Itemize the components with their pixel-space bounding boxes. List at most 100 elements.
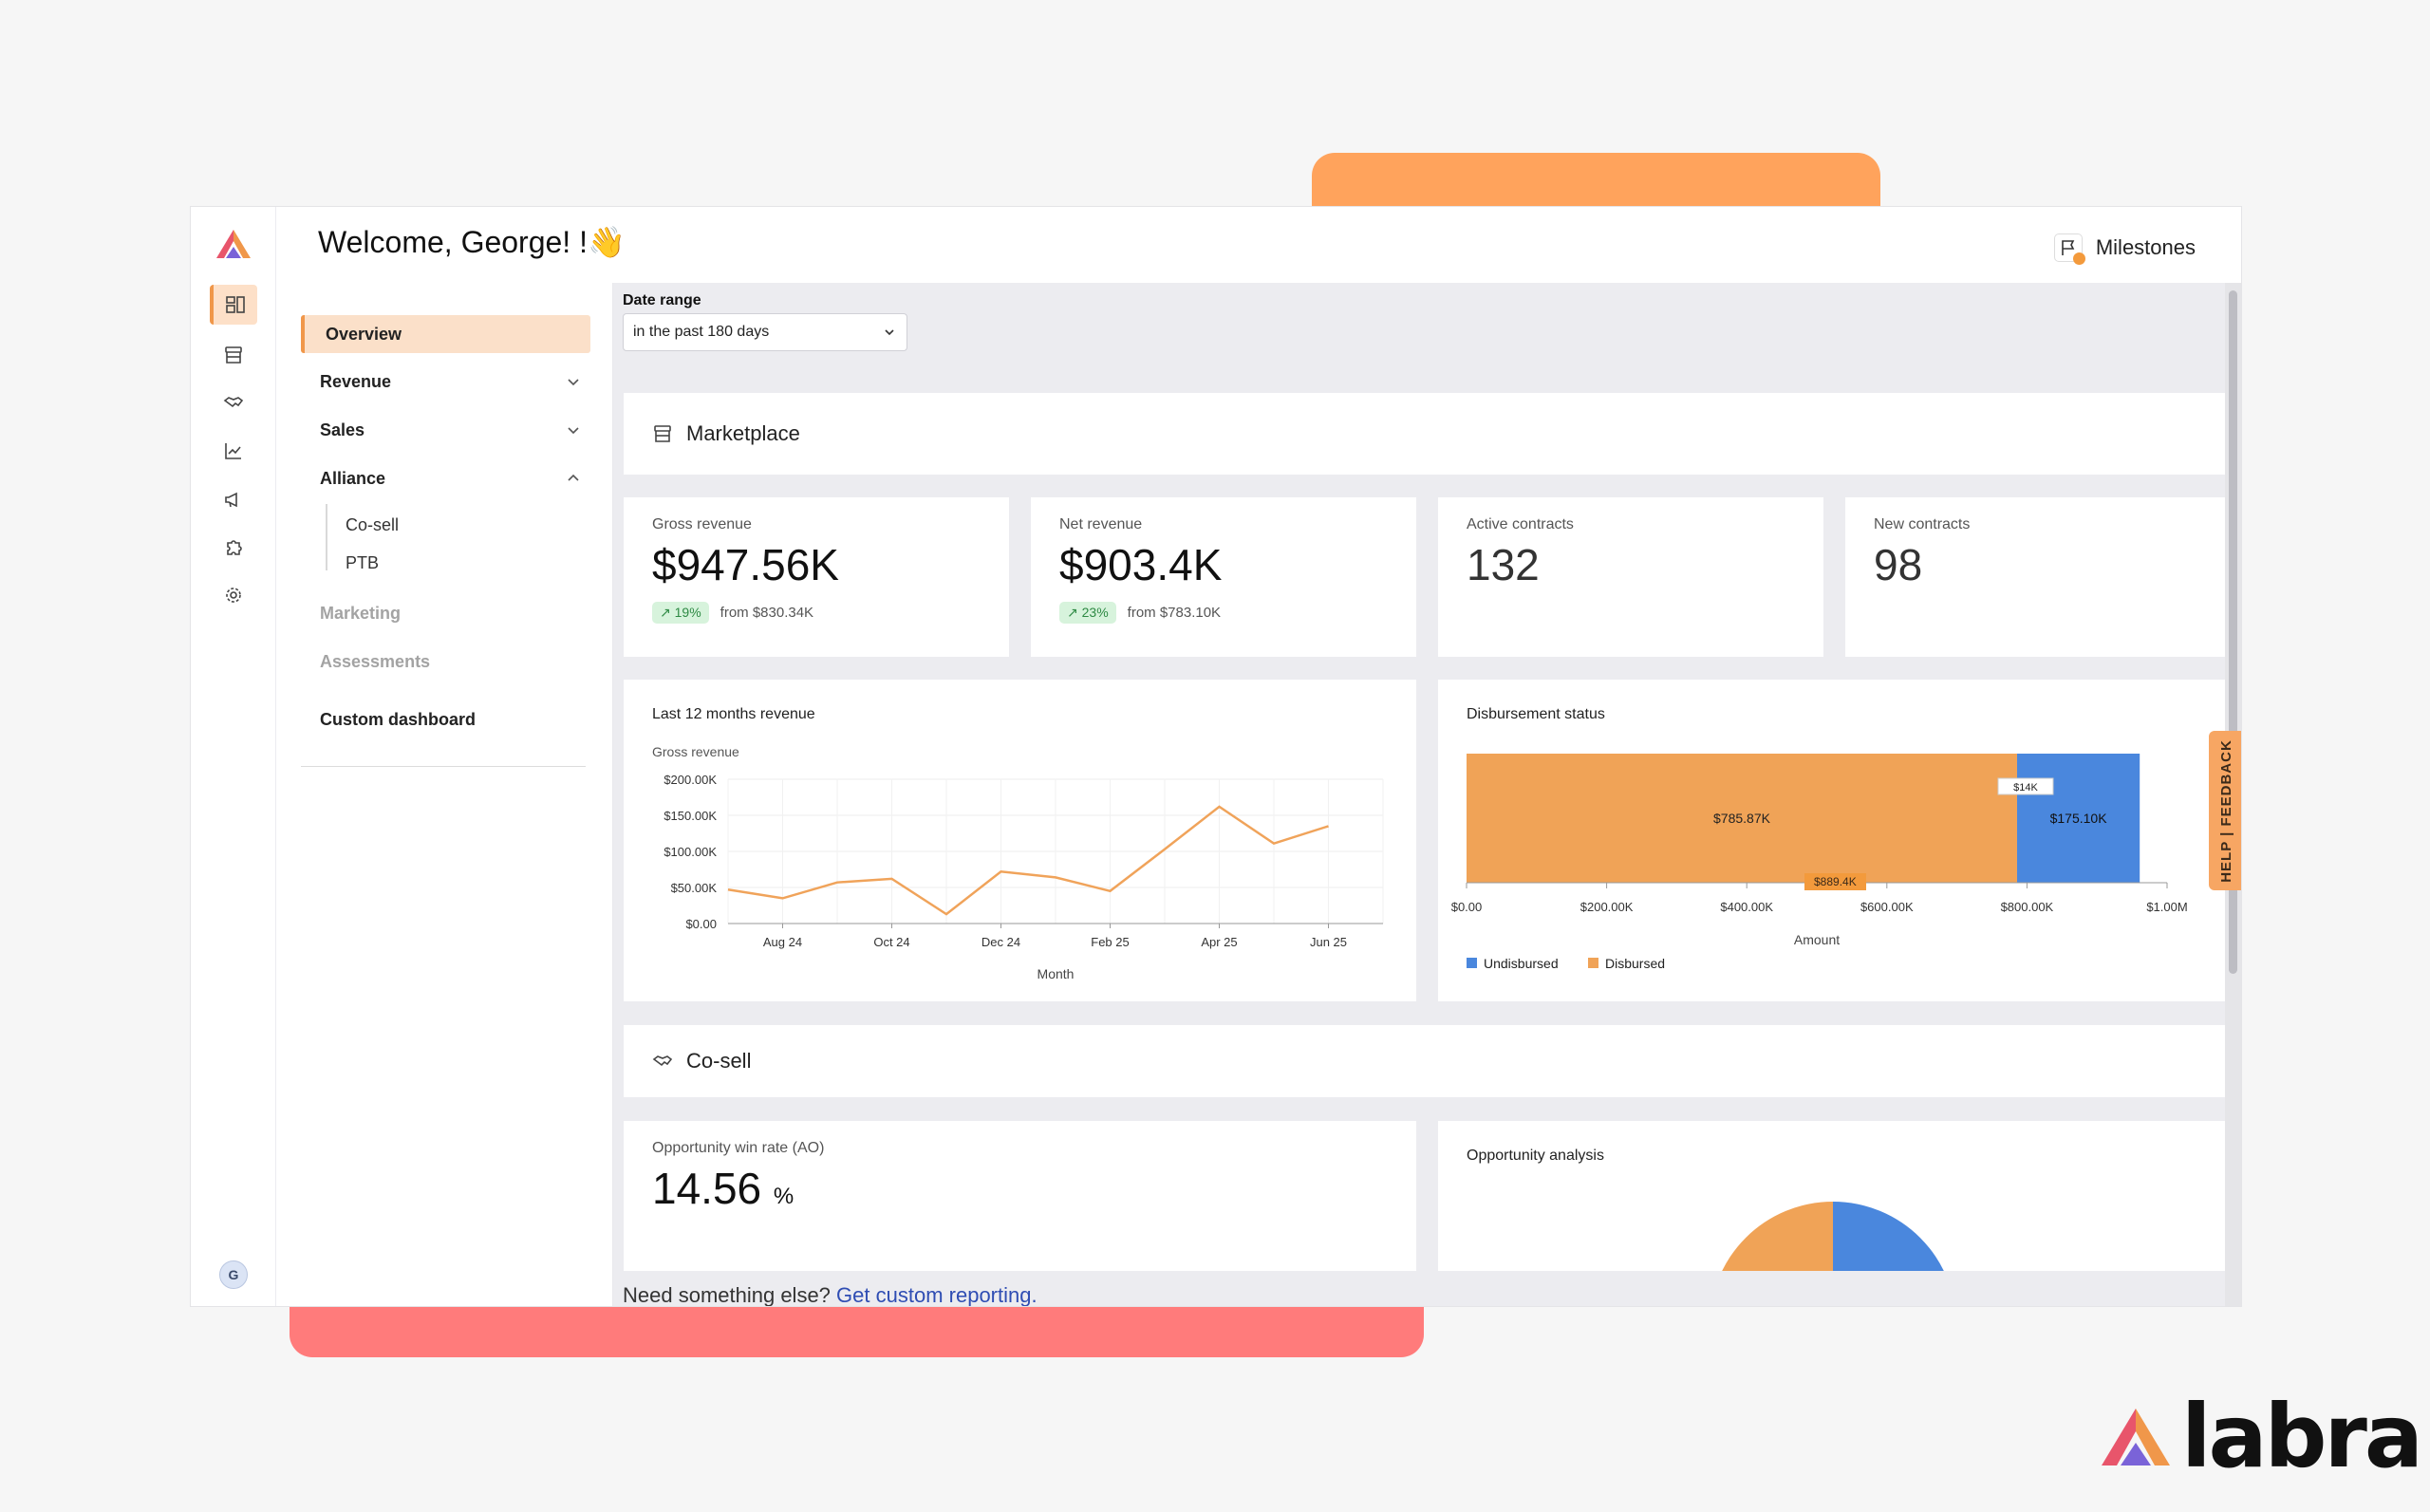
footer-text: Need something else? [623, 1283, 831, 1307]
y-tick-label: $0.00 [685, 917, 717, 931]
x-tick-label: $400.00K [1720, 900, 1773, 914]
x-tick-label: Oct 24 [873, 935, 909, 949]
nav-cosell[interactable]: Co-sell [346, 515, 399, 535]
nav-alliance-label: Alliance [320, 468, 386, 488]
kpi-value: 98 [1874, 540, 1923, 589]
storefront-icon[interactable] [210, 335, 257, 375]
opportunity-analysis-card: Opportunity analysis [1437, 1120, 2227, 1272]
kpi-from: from $783.10K [1127, 605, 1222, 621]
win-rate-card: Opportunity win rate (AO) 14.56 % [623, 1120, 1417, 1272]
pie-slice-orange [1722, 1202, 1833, 1271]
nav-overview[interactable]: Overview [301, 315, 590, 353]
date-range-label: Date range [623, 292, 701, 308]
app-window: G Welcome, George! !👋 Milestones Overvie… [190, 206, 2242, 1307]
secondary-nav: Overview Revenue Sales Alliance Co-sell … [276, 283, 613, 1306]
nav-alliance[interactable]: Alliance [301, 459, 590, 497]
trend-up-badge: ↗ 19% [652, 602, 709, 624]
x-tick-label: $600.00K [1860, 900, 1914, 914]
legend-swatch-undisbursed [1467, 958, 1477, 968]
handshake-icon [652, 1055, 673, 1067]
x-axis-label: Amount [1794, 932, 1840, 947]
labra-logo-icon [2102, 1408, 2170, 1465]
x-tick-label: $200.00K [1580, 900, 1634, 914]
nav-ptb[interactable]: PTB [346, 553, 379, 573]
labra-brand-logo: labra [2098, 1386, 2423, 1487]
storefront-icon [654, 425, 671, 442]
marketplace-section-header: Marketplace [623, 392, 2227, 476]
chevron-down-icon [568, 427, 579, 435]
undisbursed-value-label: $175.10K [2050, 811, 2108, 826]
revenue-chart-card: Last 12 months revenue Gross revenue $0.… [623, 679, 1417, 1002]
legend-label-undisbursed: Undisbursed [1484, 956, 1559, 971]
opportunity-pie-chart[interactable] [1438, 1121, 2227, 1272]
trend-up-badge: ↗ 23% [1059, 602, 1116, 624]
brand-wordmark: labra [2181, 1386, 2423, 1487]
cosell-title: Co-sell [686, 1049, 752, 1073]
kpi-label: Net revenue [1059, 516, 1143, 532]
nav-revenue[interactable]: Revenue [301, 363, 590, 401]
callout-label: $14K [2013, 782, 2038, 793]
revenue-line-chart[interactable]: $0.00 $50.00K $100.00K $150.00K $200.00K Aug … [624, 680, 1418, 1003]
labra-logo-icon[interactable] [215, 228, 252, 260]
cosell-section-header: Co-sell [623, 1024, 2227, 1098]
dashboard-icon[interactable] [210, 285, 257, 325]
milestones-button[interactable]: Milestones [2053, 233, 2196, 265]
y-tick-label: $100.00K [664, 845, 717, 859]
nav-marketing[interactable]: Marketing [301, 594, 590, 632]
total-tag: $889.4K [1804, 873, 1866, 890]
x-axis-label: Month [1037, 966, 1075, 981]
kpi-label: Active contracts [1467, 516, 1574, 532]
kpi-label: New contracts [1874, 516, 1971, 532]
x-tick-label: Dec 24 [981, 935, 1020, 949]
disbursed-value-label: $785.87K [1713, 811, 1771, 826]
x-tick-label: $800.00K [2001, 900, 2054, 914]
nav-revenue-label: Revenue [320, 371, 392, 391]
kpi-card-net-revenue: Net revenue $903.4K ↗ 23% from $783.10K [1030, 496, 1417, 658]
avatar[interactable]: G [219, 1260, 248, 1289]
kpi-label: Gross revenue [652, 516, 752, 532]
megaphone-icon[interactable] [210, 479, 257, 519]
gear-icon[interactable] [210, 575, 257, 615]
x-tick-label: Feb 25 [1091, 935, 1129, 949]
kpi-label: Opportunity win rate (AO) [652, 1140, 825, 1156]
handshake-icon[interactable] [210, 383, 257, 422]
alliance-tree-line [326, 504, 327, 570]
nav-divider [301, 766, 586, 767]
kpi-card-gross-revenue: Gross revenue $947.56K ↗ 19% from $830.3… [623, 496, 1010, 658]
puzzle-icon[interactable] [210, 528, 257, 568]
milestones-label: Milestones [2095, 235, 2196, 259]
disbursement-bar-chart[interactable]: $785.87K $175.10K $14K $0.00 $200.00K $400.00… [1438, 680, 2227, 1003]
page-title: Welcome, George! !👋 [318, 225, 626, 259]
kpi-value: $903.4K [1059, 540, 1223, 589]
kpi-value: 14.56 % [652, 1164, 794, 1213]
nav-custom-dashboard[interactable]: Custom dashboard [301, 700, 590, 738]
main-content: Date range in the past 180 days Marketpl… [613, 283, 2227, 1307]
icon-rail: G [191, 207, 276, 1306]
x-tick-label: Aug 24 [763, 935, 802, 949]
y-tick-label: $200.00K [664, 773, 717, 787]
kpi-change: ↗ 19% from $830.34K [652, 602, 813, 624]
flag-icon [2053, 233, 2085, 265]
kpi-card-new-contracts: New contracts 98 [1844, 496, 2227, 658]
chevron-down-icon [568, 379, 579, 386]
chevron-up-icon [568, 474, 579, 481]
date-range-select[interactable]: in the past 180 days [623, 313, 907, 351]
nav-sales[interactable]: Sales [301, 411, 590, 449]
chevron-down-icon [885, 329, 894, 336]
kpi-card-active-contracts: Active contracts 132 [1437, 496, 1824, 658]
chart-icon[interactable] [210, 431, 257, 471]
disbursement-chart-card: Disbursement status $785.87K $175.10K $14K… [1437, 679, 2227, 1002]
pie-slice-blue [1833, 1202, 1944, 1271]
nav-sales-label: Sales [320, 420, 365, 439]
y-tick-label: $50.00K [671, 881, 718, 895]
custom-reporting-link[interactable]: Get custom reporting. [836, 1283, 1037, 1306]
gross-revenue-line [727, 805, 1329, 916]
nav-assessments[interactable]: Assessments [301, 643, 590, 681]
custom-reporting-footer: Need something else? Get custom reportin… [623, 1283, 1037, 1307]
x-tick-label: Apr 25 [1201, 935, 1237, 949]
date-range-value: in the past 180 days [633, 324, 770, 340]
help-feedback-tab[interactable]: HELP | FEEDBACK [2209, 731, 2241, 890]
top-bar: Welcome, George! !👋 Milestones [276, 207, 2241, 283]
x-tick-label: $1.00M [2146, 900, 2187, 914]
kpi-change: ↗ 23% from $783.10K [1059, 602, 1221, 624]
